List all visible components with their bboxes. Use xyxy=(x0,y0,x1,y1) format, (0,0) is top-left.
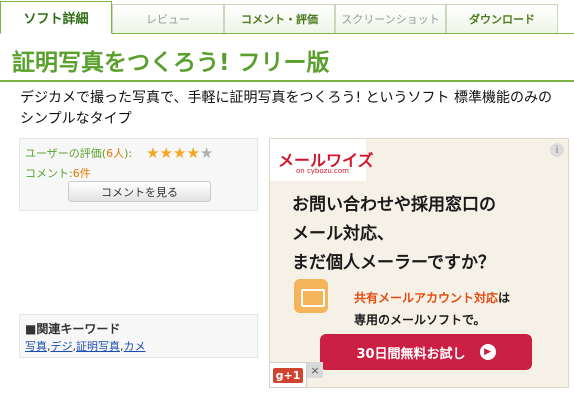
tab-software-details[interactable]: ソフト詳細 xyxy=(0,1,112,34)
tab-bar: ソフト詳細 レビュー コメント・評価 スクリーンショット ダウンロード xyxy=(0,0,574,34)
play-arrow-icon: ▶ xyxy=(479,344,496,360)
star-icon: ★ xyxy=(172,143,187,162)
user-rating: ユーザーの評価(6人): ★ ★ ★ ★ ★ xyxy=(25,145,213,161)
page-title: 証明写真をつくろう! フリー版 xyxy=(12,50,330,76)
rating-count[interactable]: 6人 xyxy=(106,145,124,161)
keywords-title: ■関連キーワード xyxy=(25,322,121,336)
mail-icon xyxy=(294,279,328,313)
keyword-links: 写真,デジ,証明写真,カメ xyxy=(25,338,146,354)
star-icon: ★ xyxy=(159,143,173,162)
ad-sub-after: は xyxy=(498,291,511,305)
software-description: デジカメで撮った写真で、手軽に証明写真をつくろう! というソフト 標準機能のみの… xyxy=(20,90,552,127)
close-icon[interactable]: × xyxy=(307,362,323,378)
ad-info-icon[interactable]: i xyxy=(550,143,564,157)
google-plus-button[interactable]: g+1 xyxy=(269,362,307,388)
keyword-link-photo[interactable]: 写真 xyxy=(25,340,47,353)
keyword-link-id-photo[interactable]: 証明写真 xyxy=(76,340,120,353)
tab-download[interactable]: ダウンロード xyxy=(446,4,558,33)
rating-label-suffix: ): xyxy=(124,146,133,160)
ad-logo-sub: on cybozu.com xyxy=(296,167,349,175)
view-comments-button[interactable]: コメントを見る xyxy=(68,181,211,202)
half-star-icon: ★ xyxy=(199,143,214,162)
free-trial-button[interactable]: 30日間無料お試し ▶ xyxy=(320,334,532,370)
star-icon: ★ xyxy=(146,143,160,162)
advertisement[interactable]: メールワイズ on cybozu.com i お問い合わせや採用窓口の メール対… xyxy=(269,138,569,388)
ad-logo-box: メールワイズ on cybozu.com xyxy=(270,139,374,181)
related-keywords: ■関連キーワード 写真,デジ,証明写真,カメ xyxy=(19,314,258,358)
comment-count-row: コメント:6件 xyxy=(25,165,91,181)
free-trial-label: 30日間無料お試し xyxy=(356,346,466,362)
rating-stars: ★ ★ ★ ★ ★ xyxy=(146,143,214,162)
tab-review[interactable]: レビュー xyxy=(112,4,224,33)
keyword-link-kame[interactable]: カメ xyxy=(124,340,146,353)
title-area: 証明写真をつくろう! フリー版 xyxy=(0,34,574,82)
tab-comments-ratings[interactable]: コメント・評価 xyxy=(224,4,335,33)
tab-screenshots[interactable]: スクリーンショット xyxy=(335,4,446,33)
ad-sub-line2: 専用のメールソフトで。 xyxy=(354,313,486,327)
ad-headline-line: まだ個人メーラーですか？ xyxy=(292,253,495,273)
rating-box: ユーザーの評価(6人): ★ ★ ★ ★ ★ コメント:6件 コメントを見る xyxy=(19,138,258,211)
comment-label: コメント: xyxy=(25,167,73,180)
rating-label-prefix: ユーザーの評価( xyxy=(25,147,107,160)
ad-headline: お問い合わせや採用窓口の メール対応、 まだ個人メーラーですか？ xyxy=(292,191,496,278)
ad-sub-highlight: 共有メールアカウント対応 xyxy=(354,291,499,305)
google-plus-label: g+1 xyxy=(272,367,304,383)
ad-subtext: 共有メールアカウント対応は 専用のメールソフトで。 xyxy=(354,287,510,331)
keyword-link-deji[interactable]: デジ xyxy=(51,340,73,353)
comment-count[interactable]: 6件 xyxy=(73,167,91,180)
ad-headline-line: お問い合わせや採用窓口の xyxy=(292,195,496,215)
star-icon: ★ xyxy=(186,143,200,162)
ad-headline-line: メール対応、 xyxy=(292,224,394,244)
